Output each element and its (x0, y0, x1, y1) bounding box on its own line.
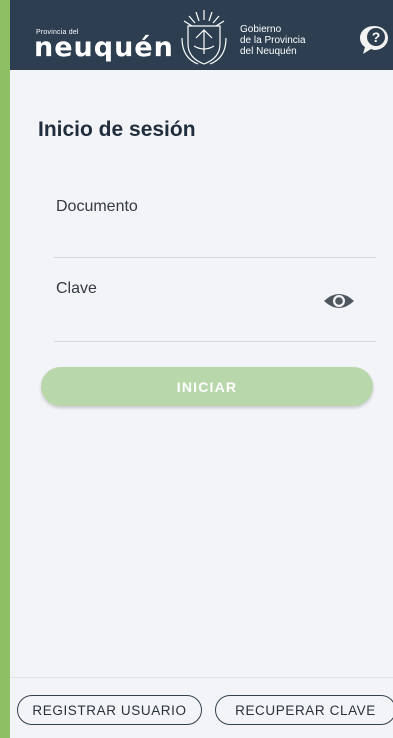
gov-line-2: de la Provincia (240, 35, 306, 46)
gov-line-1: Gobierno (240, 24, 282, 35)
login-submit-button[interactable]: INICIAR (41, 367, 373, 406)
app-screen: Provincia del neuquén Gobierno de la Pro… (10, 0, 393, 738)
province-logo-text: neuquén (34, 32, 174, 63)
register-user-button[interactable]: REGISTRAR USUARIO (17, 695, 202, 725)
footer-divider (10, 677, 393, 678)
document-field[interactable]: Documento (54, 188, 376, 258)
svg-text:?: ? (372, 29, 381, 45)
help-question-bubble-icon[interactable]: ? (357, 24, 391, 56)
app-header: Provincia del neuquén Gobierno de la Pro… (10, 0, 393, 70)
page-title: Inicio de sesión (38, 118, 196, 141)
gov-line-3: del Neuquén (240, 46, 297, 57)
eye-visibility-icon[interactable] (322, 288, 356, 314)
provincial-seal-icon (181, 10, 227, 65)
recover-password-button[interactable]: RECUPERAR CLAVE (215, 695, 393, 725)
document-input[interactable] (54, 188, 376, 257)
government-label: Gobierno de la Provincia del Neuquén (240, 24, 306, 57)
